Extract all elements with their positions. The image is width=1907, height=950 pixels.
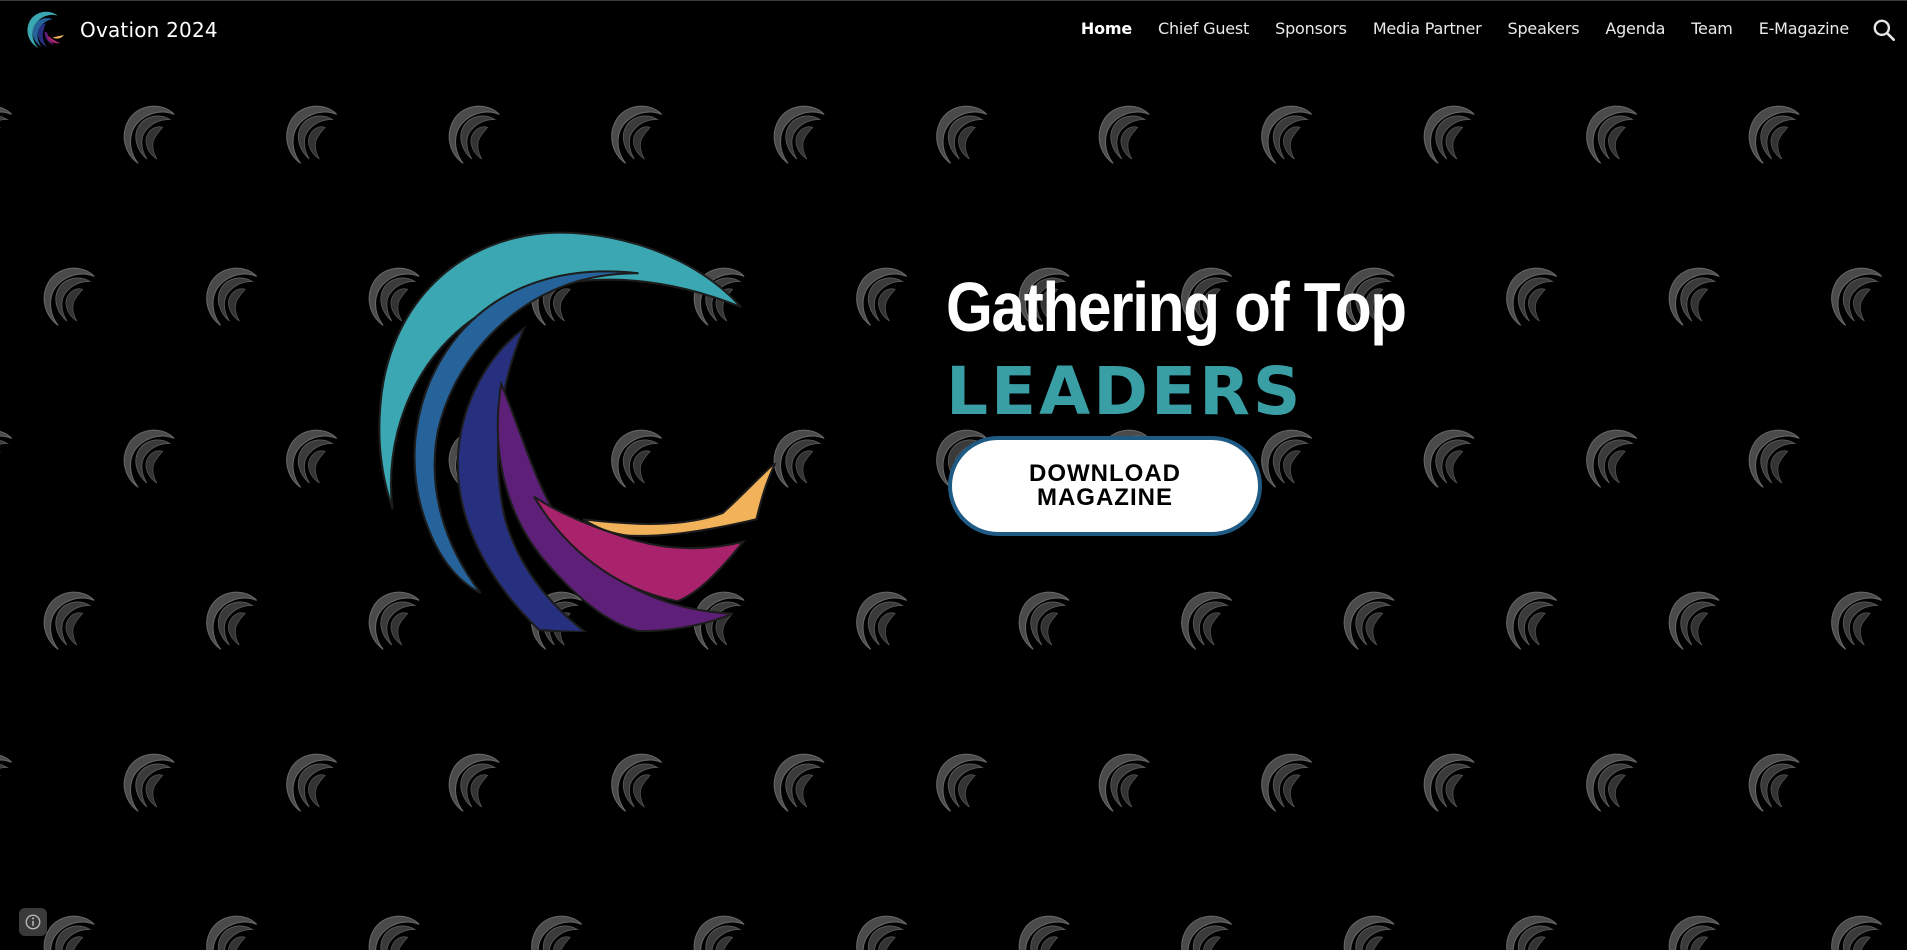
pattern-logo-icon [206,267,258,326]
nav-sponsors[interactable]: Sponsors [1275,19,1347,38]
pattern-logo-icon [206,591,258,650]
brand[interactable]: Ovation 2024 [24,8,218,52]
top-navigation-bar: Ovation 2024 Home Chief Guest Sponsors M… [0,0,1907,58]
pattern-logo-icon [1586,753,1638,812]
pattern-logo-icon [856,267,908,326]
pattern-logo-icon [1506,915,1558,950]
pattern-logo-icon [0,753,13,812]
pattern-logo-icon [936,105,988,164]
pattern-logo-icon [0,429,13,488]
search-icon[interactable] [1871,17,1897,43]
ovation-hero-logo [378,231,777,632]
nav-home[interactable]: Home [1081,19,1132,38]
pattern-logo-icon [123,105,175,164]
pattern-logo-icon [123,429,175,488]
pattern-logo-icon [43,591,95,650]
pattern-logo-icon [368,915,420,950]
nav-speakers[interactable]: Speakers [1508,19,1580,38]
pattern-logo-icon [1831,915,1883,950]
download-magazine-label: DOWNLOAD MAGAZINE [1029,460,1181,511]
pattern-logo-icon [286,105,338,164]
pattern-logo-icon [936,753,988,812]
pattern-logo-icon [1343,591,1395,650]
hero-headline: Gathering of Top [946,268,1407,346]
info-button[interactable] [19,908,47,936]
pattern-logo-icon [286,429,338,488]
nav-agenda[interactable]: Agenda [1605,19,1665,38]
pattern-logo-icon [1506,267,1558,326]
pattern-logo-icon [856,915,908,950]
pattern-logo-icon [1098,753,1150,812]
pattern-logo-icon [773,753,825,812]
pattern-logo-icon [1423,429,1475,488]
pattern-logo-icon [1831,267,1883,326]
pattern-logo-icon [1181,591,1233,650]
site-title[interactable]: Ovation 2024 [80,18,218,42]
pattern-logo-icon [1261,429,1313,488]
nav-media-partner[interactable]: Media Partner [1373,19,1482,38]
download-magazine-button[interactable]: DOWNLOAD MAGAZINE [948,436,1262,536]
pattern-logo-icon [693,915,745,950]
pattern-logo-icon [1668,915,1720,950]
pattern-logo-icon [1748,429,1800,488]
info-icon [25,914,41,930]
pattern-logo-icon [43,267,95,326]
pattern-logo-icon [1261,105,1313,164]
pattern-logo-icon [531,915,583,950]
pattern-logo-icon [1831,591,1883,650]
pattern-logo-icon [1668,591,1720,650]
ovation-logo-icon[interactable] [24,9,66,51]
pattern-logo-icon [611,753,663,812]
pattern-logo-icon [1586,429,1638,488]
pattern-logo-icon [1098,105,1150,164]
hero-accent-text: LEADERS [946,353,1304,430]
pattern-logo-icon [43,915,95,950]
nav-chief-guest[interactable]: Chief Guest [1158,19,1249,38]
nav-e-magazine[interactable]: E-Magazine [1759,19,1849,38]
pattern-logo-icon [773,105,825,164]
pattern-logo-icon [1343,915,1395,950]
nav-team[interactable]: Team [1691,19,1733,38]
pattern-logo-icon [773,429,825,488]
pattern-logo-icon [1748,753,1800,812]
pattern-logo-icon [1261,753,1313,812]
pattern-logo-icon [1018,915,1070,950]
pattern-logo-icon [1748,105,1800,164]
pattern-logo-icon [1506,591,1558,650]
pattern-logo-icon [448,105,500,164]
pattern-logo-icon [1181,915,1233,950]
main-nav: Home Chief Guest Sponsors Media Partner … [1055,19,1849,38]
pattern-logo-icon [1423,105,1475,164]
pattern-logo-icon [0,105,13,164]
pattern-logo-icon [123,753,175,812]
pattern-logo-icon [1586,105,1638,164]
pattern-logo-icon [611,105,663,164]
pattern-logo-icon [206,915,258,950]
pattern-logo-icon [286,753,338,812]
pattern-logo-icon [856,591,908,650]
pattern-logo-icon [1668,267,1720,326]
pattern-logo-icon [1018,591,1070,650]
pattern-logo-icon [448,753,500,812]
pattern-logo-icon [1423,753,1475,812]
